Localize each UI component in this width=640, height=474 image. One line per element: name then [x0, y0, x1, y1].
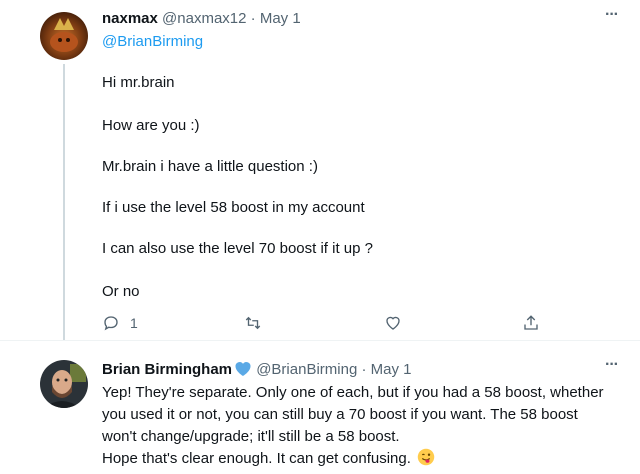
avatar-brian-birmingham[interactable] — [40, 360, 88, 408]
tweet-date[interactable]: May 1 — [260, 10, 301, 27]
avatar-naxmax[interactable] — [40, 12, 88, 60]
user-handle[interactable]: @BrianBirming — [256, 361, 357, 378]
separator-dot: · — [250, 10, 256, 27]
mention-link[interactable]: @BrianBirming — [102, 33, 203, 50]
tweet-text-line: If i use the level 58 boost in my accoun… — [102, 199, 365, 216]
tweet-text-line: I can also use the level 70 boost if it … — [102, 240, 374, 257]
share-button[interactable] — [522, 314, 540, 332]
like-icon — [386, 316, 400, 330]
tweet-text-line: Hope that's clear enough. It can get con… — [102, 450, 411, 467]
tweet-header: Brian Birmingham @BrianBirming · May 1 — [102, 360, 412, 378]
share-icon — [524, 315, 538, 330]
separator-dot: · — [361, 361, 367, 378]
more-options-icon[interactable]: ··· — [605, 6, 619, 24]
retweet-icon — [245, 316, 261, 330]
tweet-text-line: Hi mr.brain — [102, 74, 175, 91]
display-name[interactable]: Brian Birmingham — [102, 361, 232, 378]
reply-icon — [104, 316, 118, 331]
tweet-text-line: How are you :) — [102, 117, 200, 134]
tweet-text-line: Mr.brain i have a little question :) — [102, 158, 318, 175]
tweet-naxmax[interactable]: naxmax @naxmax12 · May 1 ··· @BrianBirmi… — [0, 0, 640, 342]
tweet-brian-birmingham[interactable]: Brian Birmingham @BrianBirming · May 1 ·… — [0, 342, 640, 474]
reply-count: 1 — [130, 315, 138, 331]
more-options-icon[interactable]: ··· — [605, 356, 619, 374]
tweet-divider — [0, 340, 640, 341]
user-handle[interactable]: @naxmax12 — [162, 10, 246, 27]
like-button[interactable] — [384, 314, 402, 332]
tweet-text-line: you used it or not, you can still buy a … — [102, 406, 578, 423]
tweet-text-line: won't change/upgrade; it'll still be a 5… — [102, 428, 400, 445]
retweet-button[interactable] — [244, 314, 262, 332]
tweet-header: naxmax @naxmax12 · May 1 — [102, 10, 301, 27]
tweet-text-line-last: Hope that's clear enough. It can get con… — [102, 448, 622, 470]
display-name[interactable]: naxmax — [102, 10, 158, 27]
winking-face-with-tongue-icon — [417, 448, 435, 466]
tweet-date[interactable]: May 1 — [371, 361, 412, 378]
tweet-text-line: Yep! They're separate. Only one of each,… — [102, 384, 604, 401]
thread-line — [63, 64, 65, 340]
tweet-text-line: Or no — [102, 283, 140, 300]
reply-button[interactable]: 1 — [102, 314, 138, 332]
tweet-text: Yep! They're separate. Only one of each,… — [102, 382, 622, 470]
heart-verified-icon — [235, 362, 251, 376]
